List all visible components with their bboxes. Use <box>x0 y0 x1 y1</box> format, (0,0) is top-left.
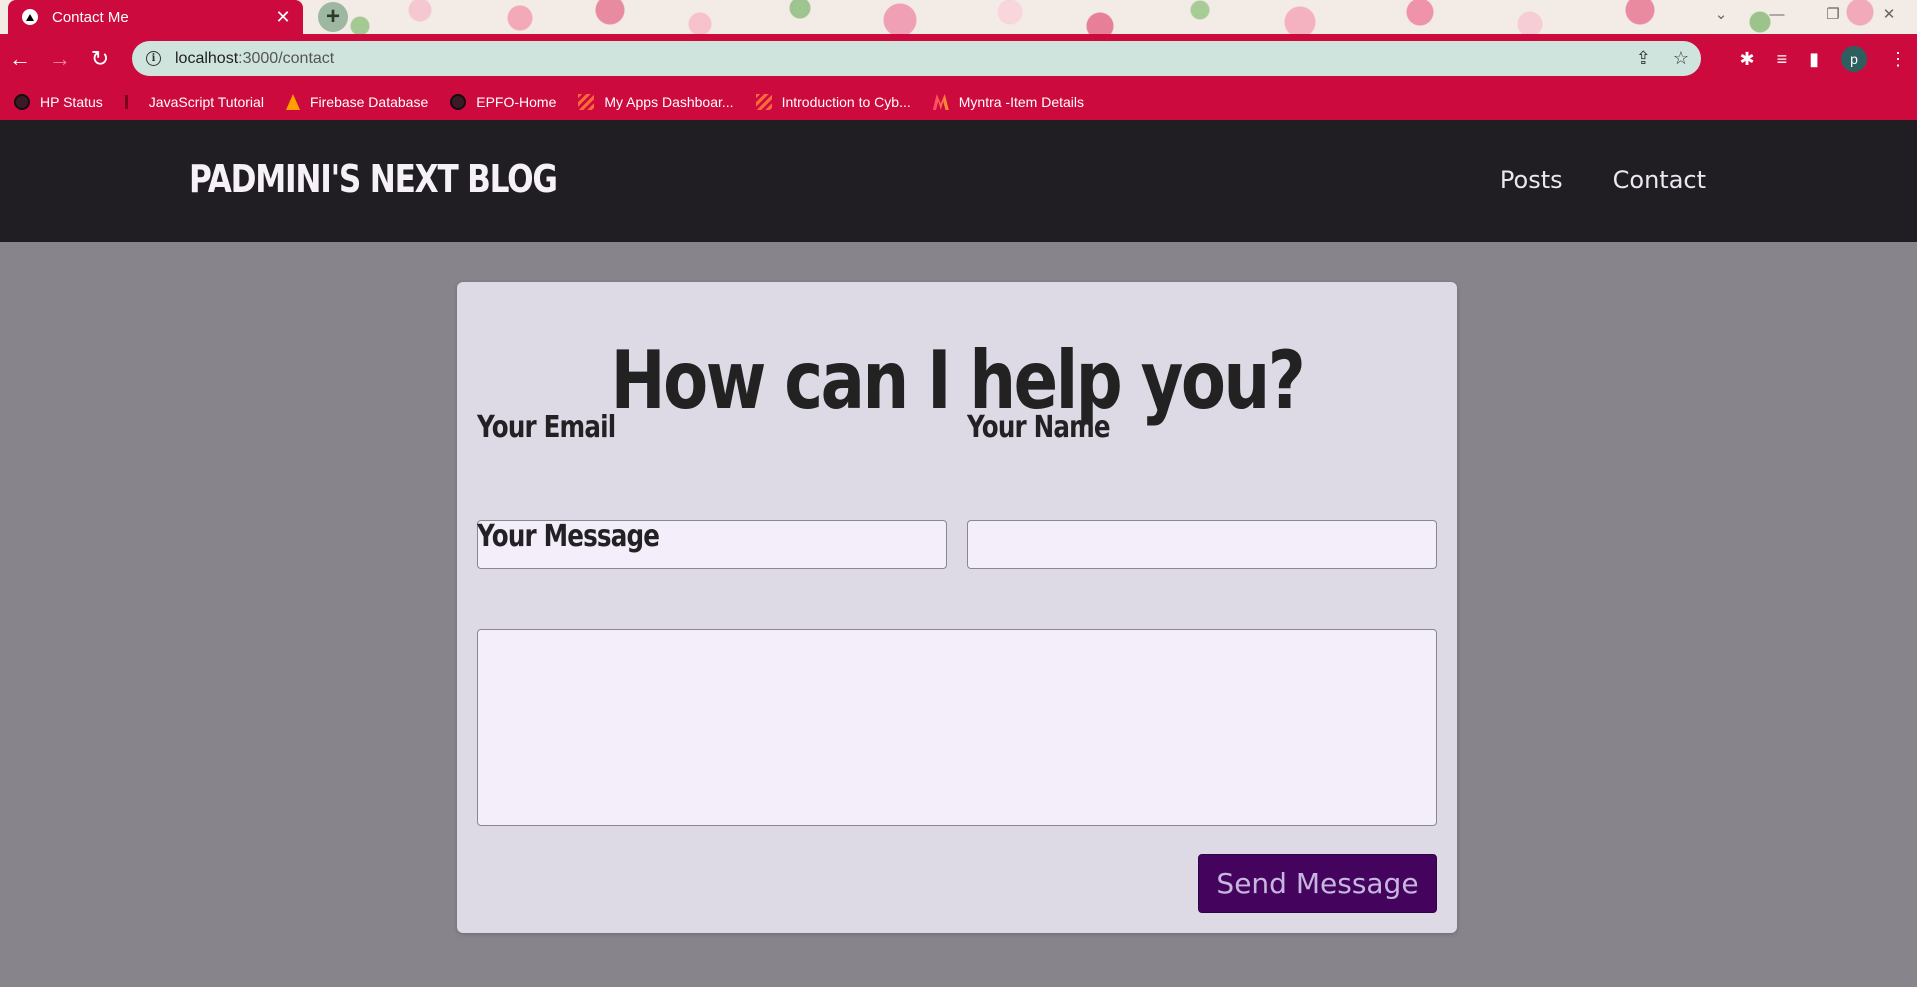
message-field[interactable] <box>477 629 1437 826</box>
bookmark-label: My Apps Dashboar... <box>604 94 734 110</box>
forward-icon[interactable]: → <box>40 39 80 79</box>
url-path: :3000/contact <box>238 49 335 67</box>
tab-search-icon[interactable]: ⌄ <box>1693 0 1749 28</box>
bookmark-item[interactable]: Firebase Database <box>285 94 429 110</box>
minimize-icon[interactable]: — <box>1749 0 1805 28</box>
bookmark-item[interactable]: Introduction to Cyb... <box>755 94 911 110</box>
new-tab-button[interactable]: + <box>318 2 348 32</box>
email-label: Your Email <box>477 410 616 445</box>
main-nav: Posts Contact <box>1500 166 1706 194</box>
close-window-icon[interactable]: ✕ <box>1861 0 1917 28</box>
bookmark-label: JavaScript Tutorial <box>148 94 264 110</box>
bookmarks-bar: HP Status JavaScript Tutorial Firebase D… <box>0 84 1917 120</box>
message-label: Your Message <box>477 519 660 554</box>
browser-tabstrip: Contact Me ✕ + ⌄ — ❐ ✕ <box>0 0 1917 36</box>
side-panel-icon[interactable]: ▮ <box>1809 49 1819 70</box>
nav-link-contact[interactable]: Contact <box>1613 166 1706 194</box>
nav-link-posts[interactable]: Posts <box>1500 166 1563 194</box>
send-message-button[interactable]: Send Message <box>1198 854 1437 913</box>
bookmark-item[interactable]: Myntra -Item Details <box>932 94 1084 110</box>
profile-avatar[interactable]: p <box>1841 46 1867 72</box>
stripes-icon <box>578 94 595 110</box>
name-label: Your Name <box>967 410 1111 445</box>
stripes-icon <box>755 94 772 110</box>
site-header: PADMINI'S NEXT BLOG Posts Contact <box>0 120 1917 242</box>
bookmark-label: EPFO-Home <box>476 94 557 110</box>
nextjs-favicon-icon <box>22 9 38 25</box>
globe-icon <box>14 94 30 110</box>
bookmark-label: Firebase Database <box>309 94 429 110</box>
myntra-icon <box>932 94 949 110</box>
bookmark-label: Myntra -Item Details <box>958 94 1084 110</box>
site-info-icon[interactable]: i <box>146 51 161 66</box>
address-bar[interactable]: i localhost:3000/contact ⇪ ☆ <box>132 41 1701 76</box>
menu-icon[interactable]: ⋮ <box>1889 49 1907 70</box>
browser-tab-active[interactable]: Contact Me ✕ <box>8 0 303 34</box>
bookmark-item[interactable]: JavaScript Tutorial <box>124 94 264 110</box>
page-title: How can I help you? <box>610 334 1306 427</box>
bookmark-label: Introduction to Cyb... <box>781 94 911 110</box>
window-controls: ⌄ — ❐ ✕ <box>1693 0 1917 28</box>
restore-icon[interactable]: ❐ <box>1805 0 1861 28</box>
bookmark-item[interactable]: My Apps Dashboar... <box>578 94 734 110</box>
globe-icon <box>450 94 467 110</box>
share-icon[interactable]: ⇪ <box>1636 48 1651 69</box>
extensions-icon[interactable]: ✱ <box>1739 49 1754 70</box>
url-host: localhost <box>175 49 239 67</box>
bookmark-star-icon[interactable]: ☆ <box>1673 48 1689 69</box>
bookmark-label: HP Status <box>40 94 103 110</box>
tab-title: Contact Me <box>52 8 129 26</box>
contact-form-card: How can I help you? Your Email Your Name… <box>457 282 1457 933</box>
name-field[interactable] <box>967 520 1437 569</box>
firebase-icon <box>285 94 300 110</box>
bookmark-item[interactable]: HP Status <box>14 94 103 110</box>
tab-close-icon[interactable]: ✕ <box>269 7 297 28</box>
back-icon[interactable]: ← <box>0 39 40 79</box>
bookmark-item[interactable]: EPFO-Home <box>450 94 556 110</box>
site-logo[interactable]: PADMINI'S NEXT BLOG <box>189 157 558 201</box>
media-control-icon[interactable]: ≡ <box>1777 49 1788 70</box>
browser-toolbar: ← → ↻ i localhost:3000/contact ⇪ ☆ ✱ ≡ ▮… <box>0 34 1917 84</box>
reload-icon[interactable]: ↻ <box>80 39 120 79</box>
js-icon <box>124 95 135 109</box>
